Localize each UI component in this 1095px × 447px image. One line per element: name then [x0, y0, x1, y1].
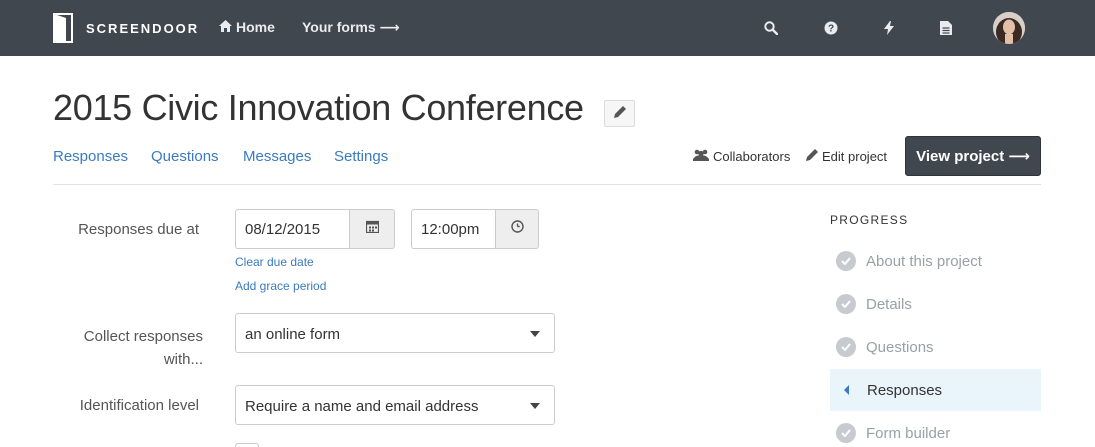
identification-level-value: Require a name and email address [245, 398, 479, 415]
progress-step-about[interactable]: About this project [830, 240, 1041, 282]
edit-project-link[interactable]: Edit project [806, 149, 887, 164]
progress-step-label: Questions [866, 338, 934, 356]
progress-step-label: Responses [867, 381, 943, 399]
progress-step-questions[interactable]: Questions [830, 326, 1041, 368]
nav-home-label: Home [236, 19, 275, 35]
screendoor-logo-icon [52, 12, 76, 44]
home-icon [219, 19, 232, 35]
tab-responses[interactable]: Responses [53, 148, 128, 165]
clock-icon [510, 220, 524, 238]
collaborators-link[interactable]: Collaborators [693, 149, 790, 164]
progress-step-responses[interactable]: Responses [830, 369, 1041, 411]
caret-left-icon [844, 385, 849, 395]
users-icon [693, 149, 713, 164]
tab-questions[interactable]: Questions [151, 148, 219, 165]
edit-project-label: Edit project [822, 149, 888, 164]
tabs-divider [53, 184, 1041, 185]
pencil-icon [806, 149, 822, 164]
collaborators-label: Collaborators [713, 149, 791, 164]
identification-level-label: Identification level [79, 397, 199, 414]
calendar-button[interactable] [349, 209, 395, 249]
collect-responses-select[interactable]: an online form [235, 313, 555, 353]
add-grace-period-link[interactable]: Add grace period [235, 279, 326, 293]
progress-step-label: Form builder [866, 424, 951, 442]
nav-your-forms-link[interactable]: Your forms ⟶ [302, 19, 400, 36]
progress-title: PROGRESS [830, 213, 909, 227]
check-circle-icon [836, 294, 856, 314]
app-logo[interactable]: SCREENDOOR [52, 12, 199, 44]
document-icon[interactable] [936, 18, 956, 38]
bolt-icon[interactable] [879, 18, 899, 38]
collect-responses-label: Collect responses with... [83, 328, 203, 368]
caret-down-icon [530, 403, 540, 409]
clear-due-date-link[interactable]: Clear due date [235, 255, 314, 269]
check-circle-icon [836, 251, 856, 271]
pencil-icon [613, 105, 626, 123]
due-time-input[interactable]: 12:00pm [411, 209, 495, 249]
due-date-label: Responses due at [78, 221, 199, 238]
progress-step-details[interactable]: Details [830, 283, 1041, 325]
svg-text:?: ? [828, 24, 834, 35]
app-name: SCREENDOOR [86, 20, 200, 36]
progress-step-form-builder[interactable]: Form builder [830, 412, 1041, 447]
check-circle-icon [836, 423, 856, 443]
due-date-input[interactable]: 08/12/2015 [235, 209, 349, 249]
clock-button[interactable] [495, 209, 539, 249]
identification-level-select[interactable]: Require a name and email address [235, 385, 555, 425]
tab-messages[interactable]: Messages [243, 148, 311, 165]
view-project-button[interactable]: View project ⟶ [905, 136, 1041, 176]
caret-down-icon [530, 331, 540, 337]
help-icon[interactable]: ? [821, 18, 841, 38]
collect-responses-value: an online form [245, 326, 341, 343]
nav-home-link[interactable]: Home [219, 19, 275, 35]
nav-your-forms-label: Your forms ⟶ [302, 19, 400, 35]
progress-step-label: Details [866, 295, 912, 313]
calendar-icon [365, 220, 379, 238]
progress-step-label: About this project [866, 252, 982, 270]
check-circle-icon [836, 337, 856, 357]
tab-settings[interactable]: Settings [334, 148, 388, 165]
search-icon[interactable] [761, 18, 781, 38]
page-title: 2015 Civic Innovation Conference [53, 87, 584, 128]
user-avatar[interactable] [993, 12, 1025, 44]
checkbox[interactable] [235, 443, 259, 447]
edit-title-button[interactable] [604, 100, 635, 127]
top-navbar: SCREENDOOR Home Your forms ⟶ ? [0, 0, 1095, 56]
